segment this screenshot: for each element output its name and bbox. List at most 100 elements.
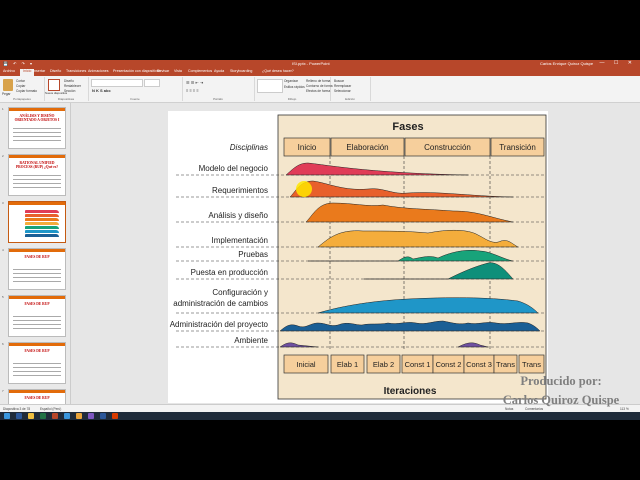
shape-outline-button[interactable]: Contorno de forma bbox=[306, 84, 333, 88]
slide-thumbnail[interactable]: FASES DE RUP bbox=[8, 295, 66, 337]
disciplinas-label: Disciplinas bbox=[230, 143, 268, 152]
arrange-button[interactable]: Organizar bbox=[284, 79, 298, 83]
find-button[interactable]: Buscar bbox=[334, 79, 344, 83]
cut-button[interactable]: Cortar bbox=[16, 79, 25, 83]
shape-effects-button[interactable]: Efectos de forma bbox=[306, 89, 330, 93]
shapes-gallery[interactable] bbox=[257, 79, 283, 93]
tab-2[interactable]: Insertar bbox=[33, 69, 45, 73]
thumbnail-title: FASES DE RUP bbox=[24, 396, 50, 400]
tab-5[interactable]: Animaciones bbox=[88, 69, 109, 73]
tab-11[interactable]: Storyboarding bbox=[230, 69, 252, 73]
thumbnail-text-line bbox=[13, 140, 61, 141]
font-format-buttons[interactable]: N K S abc bbox=[92, 88, 111, 93]
tab-6[interactable]: Presentación con diapositivas bbox=[113, 69, 161, 73]
section-button[interactable]: Sección bbox=[64, 89, 75, 93]
title-bar: 💾 ↶ ↷ ▾ ISI.pptx - PowerPoint Carlos Enr… bbox=[0, 60, 640, 68]
thumbnail-text-line bbox=[13, 324, 61, 325]
thumbnail-band bbox=[25, 222, 59, 225]
taskbar-app-icon[interactable] bbox=[88, 413, 94, 419]
align-buttons[interactable]: ≡ ≡ ≡ ≡ bbox=[186, 88, 199, 93]
language-status[interactable]: Español (Perú) bbox=[40, 407, 61, 411]
slide-thumbnail[interactable]: ANÁLISIS Y DISEÑO ORIENTADO A OBJETOS I bbox=[8, 107, 66, 149]
slide-thumbnail[interactable]: FASES DE RUP bbox=[8, 248, 66, 290]
list-buttons[interactable]: ☰ ☰ ⇤ ⇥ bbox=[186, 80, 203, 85]
thumbnail-text-line bbox=[13, 277, 61, 278]
discipline-label: Administración del proyecto bbox=[170, 320, 269, 329]
iteration-label: Trans bbox=[496, 360, 515, 369]
format-painter-button[interactable]: Copiar formato bbox=[16, 89, 37, 93]
taskbar-app-icon[interactable] bbox=[28, 413, 34, 419]
slide-thumbnail[interactable] bbox=[8, 201, 66, 243]
discipline-label: Análisis y diseño bbox=[208, 211, 268, 220]
tab-9[interactable]: Complementos bbox=[188, 69, 212, 73]
slides-group-label: Diapositivas bbox=[57, 97, 75, 101]
thumbnail-title-bar bbox=[9, 390, 65, 393]
new-slide-icon[interactable] bbox=[48, 79, 60, 91]
thumbnail-text-line bbox=[13, 132, 61, 133]
slides-group: Nueva diapositiva Diseño Restablecer Sec… bbox=[44, 77, 89, 101]
discipline-label: Requerimientos bbox=[212, 186, 268, 195]
paste-button[interactable] bbox=[3, 79, 13, 91]
slide-canvas[interactable]: Fases Disciplinas Inicio Elaboración Const… bbox=[168, 111, 548, 403]
slide-number: 4 bbox=[2, 248, 4, 252]
iteration-label: Inicial bbox=[296, 360, 316, 369]
reset-button[interactable]: Restablecer bbox=[64, 84, 81, 88]
windows-taskbar bbox=[0, 412, 640, 420]
tab-7[interactable]: Revisar bbox=[157, 69, 169, 73]
thumbnail-text-line bbox=[13, 136, 61, 137]
thumbnail-band bbox=[25, 218, 59, 221]
slide-number: 5 bbox=[2, 295, 4, 299]
font-size-select[interactable] bbox=[144, 79, 160, 87]
powerpoint-window: 💾 ↶ ↷ ▾ ISI.pptx - PowerPoint Carlos Enr… bbox=[0, 60, 640, 420]
tab-4[interactable]: Transiciones bbox=[66, 69, 86, 73]
quick-access-toolbar[interactable]: 💾 ↶ ↷ ▾ bbox=[3, 61, 34, 66]
slide-number: 2 bbox=[2, 154, 4, 158]
taskbar-app-icon[interactable] bbox=[16, 413, 22, 419]
thumbnail-text-line bbox=[13, 281, 61, 282]
taskbar-app-icon[interactable] bbox=[4, 413, 10, 419]
thumbnail-text-line bbox=[13, 320, 61, 321]
font-name-select[interactable] bbox=[91, 79, 143, 87]
thumbnail-title: FASES DE RUP bbox=[24, 255, 50, 259]
iteraciones-title: Iteraciones bbox=[384, 386, 437, 397]
thumbnail-band bbox=[25, 214, 59, 217]
select-button[interactable]: Seleccionar bbox=[334, 89, 351, 93]
thumbnail-band bbox=[25, 234, 59, 237]
slide-number: 6 bbox=[2, 342, 4, 346]
slide-number: 3 bbox=[2, 201, 4, 205]
taskbar-app-icon[interactable] bbox=[112, 413, 118, 419]
clipboard-group: Pegar Cortar Copiar Copiar formato Porta… bbox=[0, 77, 45, 101]
slide-thumbnail[interactable]: RATIONAL UNIFIED PROCESS (RUP) ¿Qué es? bbox=[8, 154, 66, 196]
window-controls[interactable]: — ☐ ✕ bbox=[600, 60, 636, 66]
quick-styles-button[interactable]: Estilos rápidos bbox=[284, 85, 305, 89]
tab-3[interactable]: Diseño bbox=[50, 69, 61, 73]
tab-12[interactable]: ¿Qué desea hacer? bbox=[262, 69, 294, 73]
tab-0[interactable]: Archivo bbox=[3, 69, 15, 73]
phase-label: Elaboración bbox=[346, 143, 388, 152]
credit-line1: Producido por: bbox=[520, 374, 602, 388]
cursor-highlight bbox=[296, 181, 312, 197]
slide-thumbnails-pane[interactable]: 1 ANÁLISIS Y DISEÑO ORIENTADO A OBJETOS I… bbox=[0, 103, 71, 413]
copy-button[interactable]: Copiar bbox=[16, 84, 25, 88]
tab-8[interactable]: Vista bbox=[174, 69, 182, 73]
iteration-label: Elab 2 bbox=[373, 360, 394, 369]
thumbnail-title-bar bbox=[9, 202, 65, 205]
taskbar-app-icon[interactable] bbox=[76, 413, 82, 419]
taskbar-app-icon[interactable] bbox=[64, 413, 70, 419]
taskbar-app-icon[interactable] bbox=[40, 413, 46, 419]
clipboard-group-label: Portapapeles bbox=[13, 97, 31, 101]
user-name[interactable]: Carlos Enrique Quiroz Quispe bbox=[540, 61, 593, 66]
replace-button[interactable]: Reemplazar bbox=[334, 84, 351, 88]
paste-label[interactable]: Pegar bbox=[2, 92, 11, 96]
shape-fill-button[interactable]: Relleno de forma bbox=[306, 79, 330, 83]
iteration-label: Const 1 bbox=[405, 360, 431, 369]
taskbar-app-icon[interactable] bbox=[100, 413, 106, 419]
tab-10[interactable]: Ayuda bbox=[214, 69, 224, 73]
slide-thumbnail[interactable]: FASES DE RUP bbox=[8, 342, 66, 384]
taskbar-app-icon[interactable] bbox=[52, 413, 58, 419]
drawing-group-label: Dibujo bbox=[287, 97, 297, 101]
thumbnail-title: ANÁLISIS Y DISEÑO ORIENTADO A OBJETOS I bbox=[14, 114, 60, 122]
paragraph-group-label: Párrafo bbox=[213, 97, 223, 101]
layout-button[interactable]: Diseño bbox=[64, 79, 74, 83]
thumbnail-band bbox=[25, 210, 59, 213]
